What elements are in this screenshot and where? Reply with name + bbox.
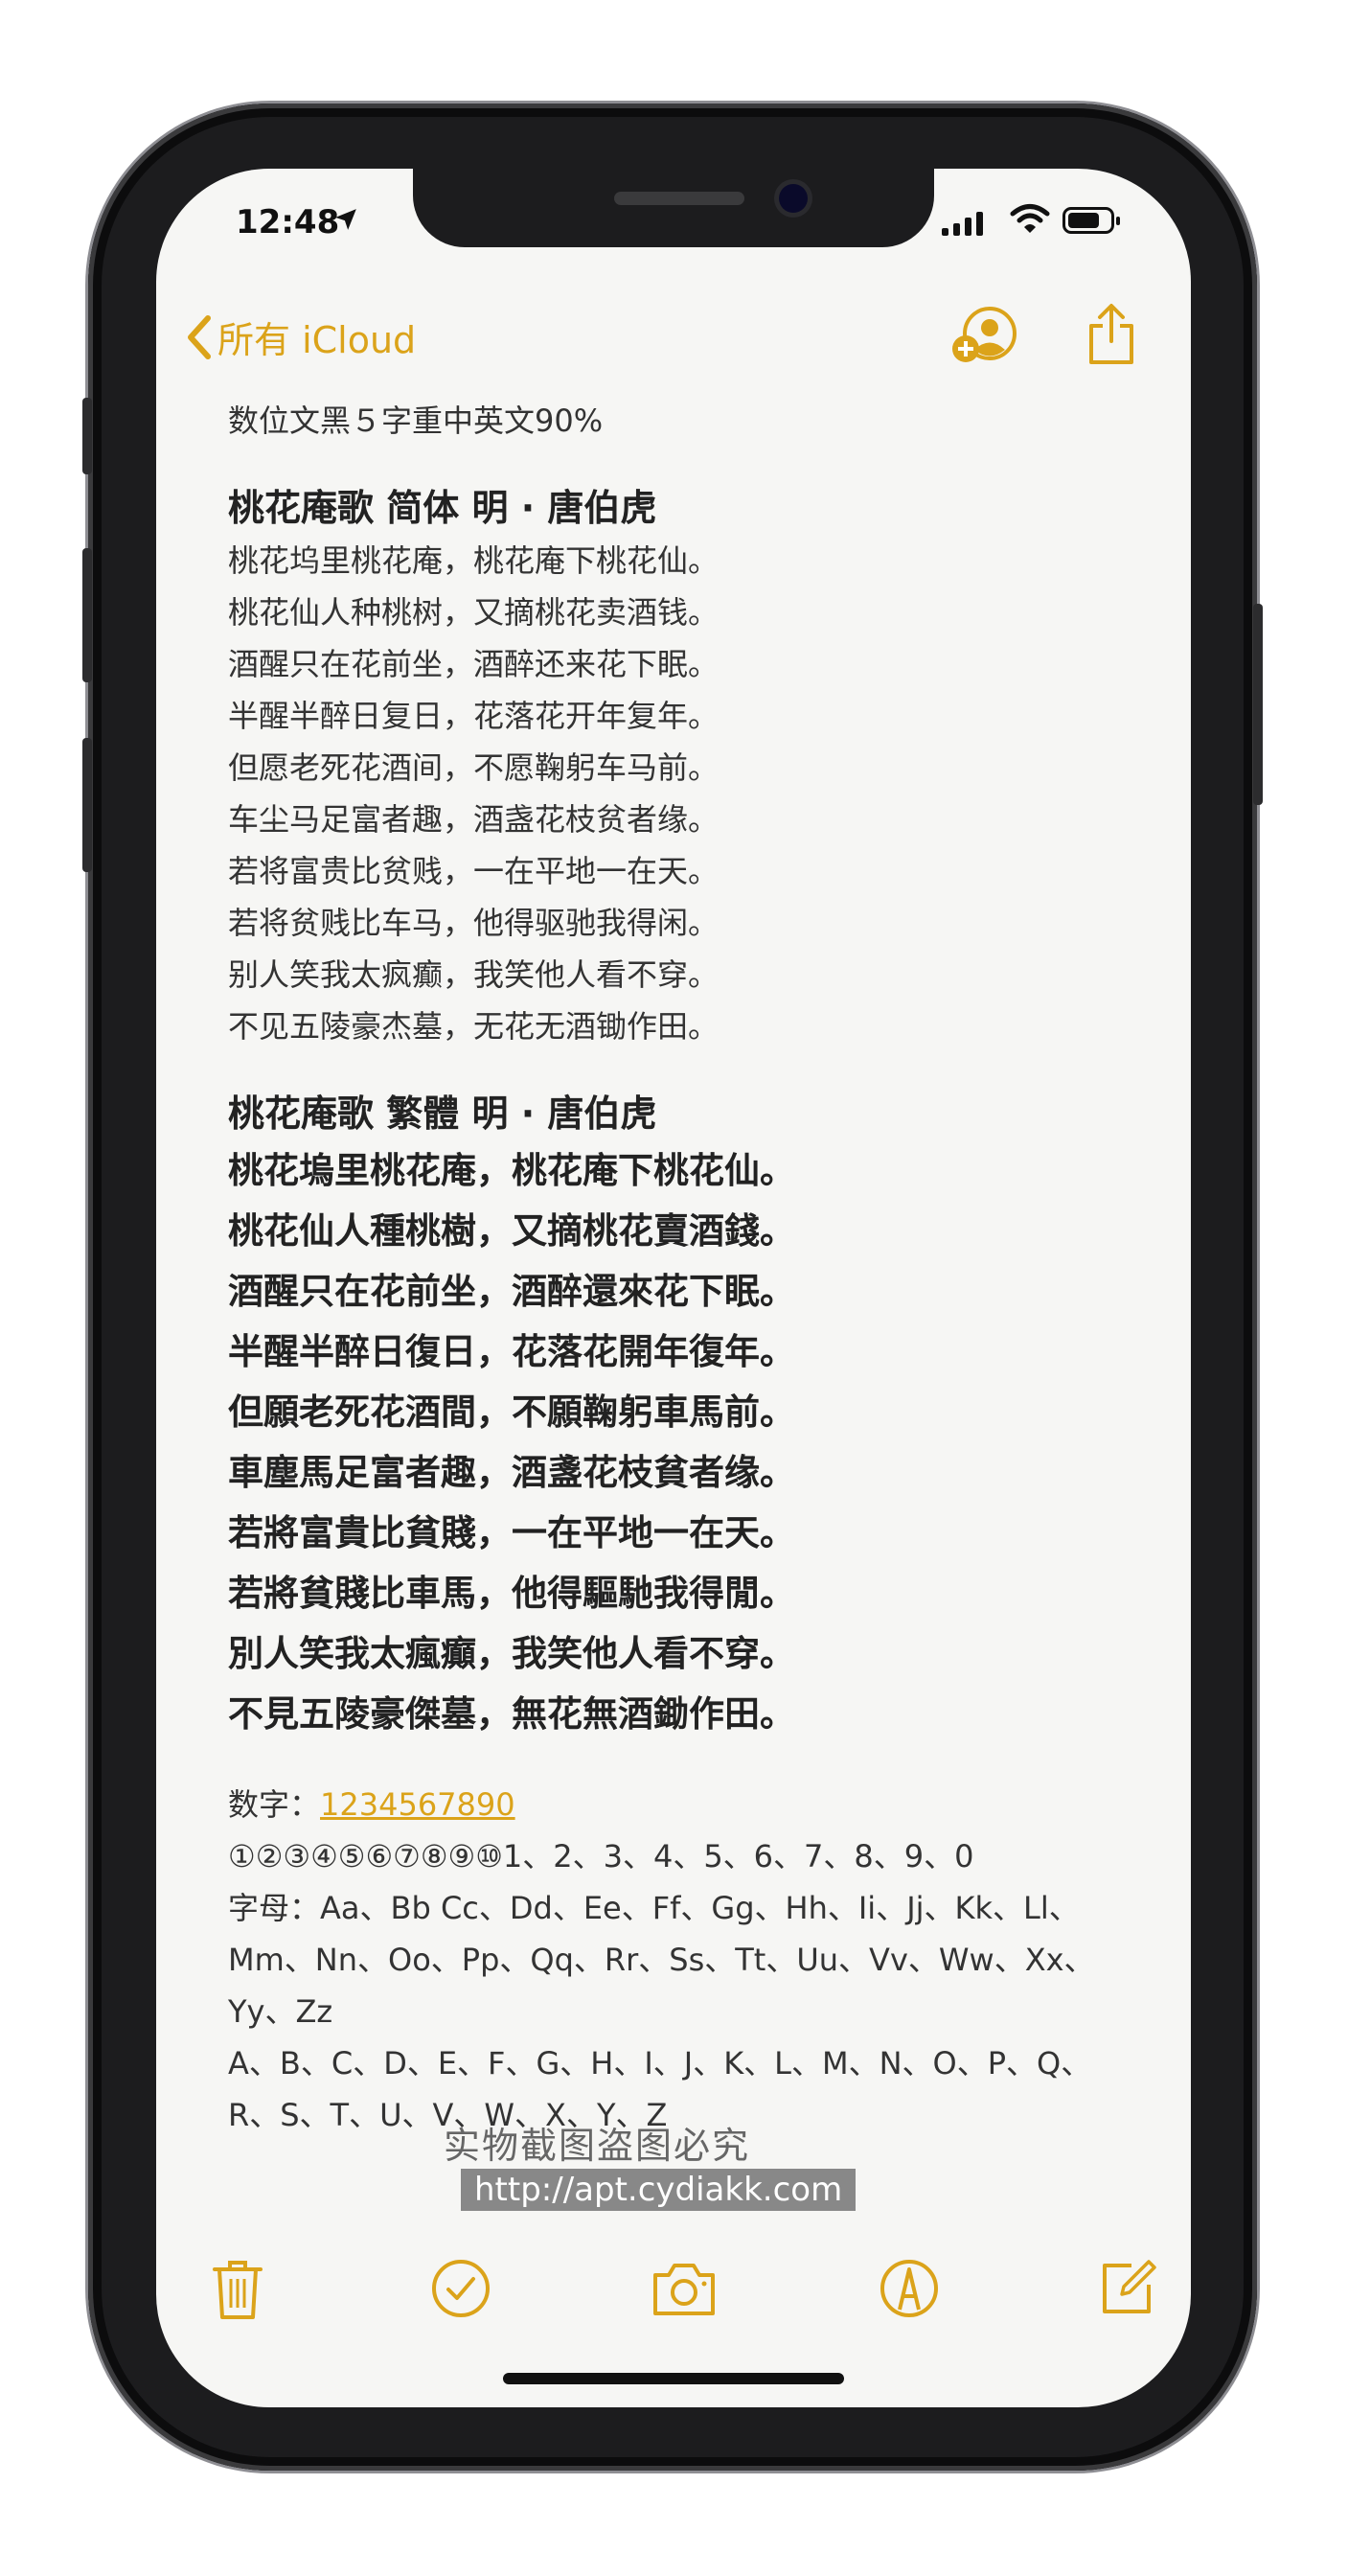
- notch: [413, 169, 934, 247]
- share-icon[interactable]: [1085, 303, 1137, 366]
- poem-title-traditional: 桃花庵歌 繁體 明 · 唐伯虎: [228, 1092, 657, 1135]
- letters-line: Yy、Zz: [228, 1993, 333, 2030]
- wifi-icon: [1010, 204, 1050, 233]
- letters-line: 字母：Aa、Bb Cc、Dd、Ee、Ff、Gg、Hh、Ii、Jj、Kk、Ll、: [228, 1890, 1080, 1926]
- note-body[interactable]: 数位文黑５字重中英文90% 桃花庵歌 简体 明 · 唐伯虎 桃花坞里桃花庵，桃花…: [228, 395, 1148, 2141]
- letters-line: Mm、Nn、Oo、Pp、Qq、Rr、Ss、Tt、Uu、Vv、Ww、Xx、: [228, 1942, 1095, 1978]
- poem-line: 别人笑我太疯癫，我笑他人看不穿。: [228, 956, 720, 993]
- poem-line: 酒醒只在花前坐，酒醉還來花下眠。: [228, 1271, 795, 1312]
- mute-switch: [82, 398, 92, 474]
- trash-icon[interactable]: [211, 2258, 264, 2321]
- volume-up-button: [82, 548, 92, 682]
- digits-line: 数字：1234567890: [228, 1779, 1148, 1830]
- poem-line: 若將貧賤比車馬，他得驅馳我得閒。: [228, 1573, 795, 1614]
- screen: 12:48 所有 iCloud 数位文黑５字重中英文90% 桃花庵歌 简体 明 …: [156, 169, 1191, 2407]
- poem-line: 桃花仙人种桃树，又摘桃花卖酒钱。: [228, 594, 720, 631]
- volume-down-button: [82, 738, 92, 872]
- back-button[interactable]: 所有 iCloud: [185, 310, 416, 363]
- cellular-signal-icon: [942, 211, 983, 236]
- poem-line: 若将富贵比贫贱，一在平地一在天。: [228, 853, 720, 889]
- power-button: [1253, 604, 1263, 805]
- digits-label: 数字：: [228, 1786, 321, 1823]
- letters-line: A、B、C、D、E、F、G、H、I、J、K、L、M、N、O、P、Q、: [228, 2045, 1092, 2082]
- poem-line: 不见五陵豪杰墓，无花无酒锄作田。: [228, 1008, 720, 1045]
- poem-line: 若将贫贱比车马，他得驱驰我得闲。: [228, 905, 720, 941]
- battery-icon: [1062, 207, 1120, 234]
- poem-line: 桃花仙人種桃樹，又摘桃花賣酒錢。: [228, 1210, 795, 1252]
- watermark-url: http://apt.cydiakk.com: [461, 2169, 857, 2211]
- camera-icon[interactable]: [650, 2258, 719, 2319]
- markup-pen-icon[interactable]: [879, 2258, 940, 2319]
- watermark-text: 实物截图盗图必究: [444, 2125, 751, 2167]
- checkmark-circle-icon[interactable]: [430, 2258, 491, 2319]
- poem-line: 但愿老死花酒间，不愿鞠躬车马前。: [228, 749, 720, 786]
- front-camera: [779, 184, 808, 213]
- back-label: 所有 iCloud: [217, 319, 417, 361]
- poem-line: 若將富貴比貧賤，一在平地一在天。: [228, 1512, 795, 1553]
- poem-title-simplified: 桃花庵歌 简体 明 · 唐伯虎: [228, 487, 657, 529]
- poem-line: 酒醒只在花前坐，酒醉还来花下眠。: [228, 646, 720, 682]
- note-intro: 数位文黑５字重中英文90%: [228, 402, 604, 439]
- status-time: 12:48: [236, 203, 340, 242]
- digits-link[interactable]: 1234567890: [320, 1786, 515, 1823]
- poem-line: 车尘马足富者趣，酒盏花枝贫者缘。: [228, 801, 720, 838]
- home-indicator[interactable]: [503, 2373, 844, 2384]
- chevron-left-icon: [188, 314, 211, 359]
- poem-line: 桃花坞里桃花庵，桃花庵下桃花仙。: [228, 542, 720, 579]
- circled-digits-line: ①②③④⑤⑥⑦⑧⑨⑩1、2、3、4、5、6、7、8、9、0: [228, 1838, 974, 1874]
- compose-icon[interactable]: [1097, 2258, 1156, 2317]
- person-add-icon[interactable]: [949, 305, 1018, 368]
- poem-line: 車塵馬足富者趣，酒盞花枝貧者缘。: [228, 1452, 795, 1493]
- poem-line: 不見五陵豪傑墓，無花無酒鋤作田。: [228, 1693, 795, 1735]
- poem-line: 別人笑我太瘋癲，我笑他人看不穿。: [228, 1633, 795, 1674]
- earpiece-speaker: [614, 192, 744, 205]
- poem-line: 桃花塢里桃花庵，桃花庵下桃花仙。: [228, 1150, 795, 1191]
- poem-line: 半醒半醉日復日，花落花開年復年。: [228, 1331, 795, 1372]
- poem-line: 半醒半醉日复日，花落花开年复年。: [228, 698, 720, 734]
- location-arrow-icon: [335, 209, 356, 230]
- poem-line: 但願老死花酒間，不願鞠躬車馬前。: [228, 1392, 795, 1433]
